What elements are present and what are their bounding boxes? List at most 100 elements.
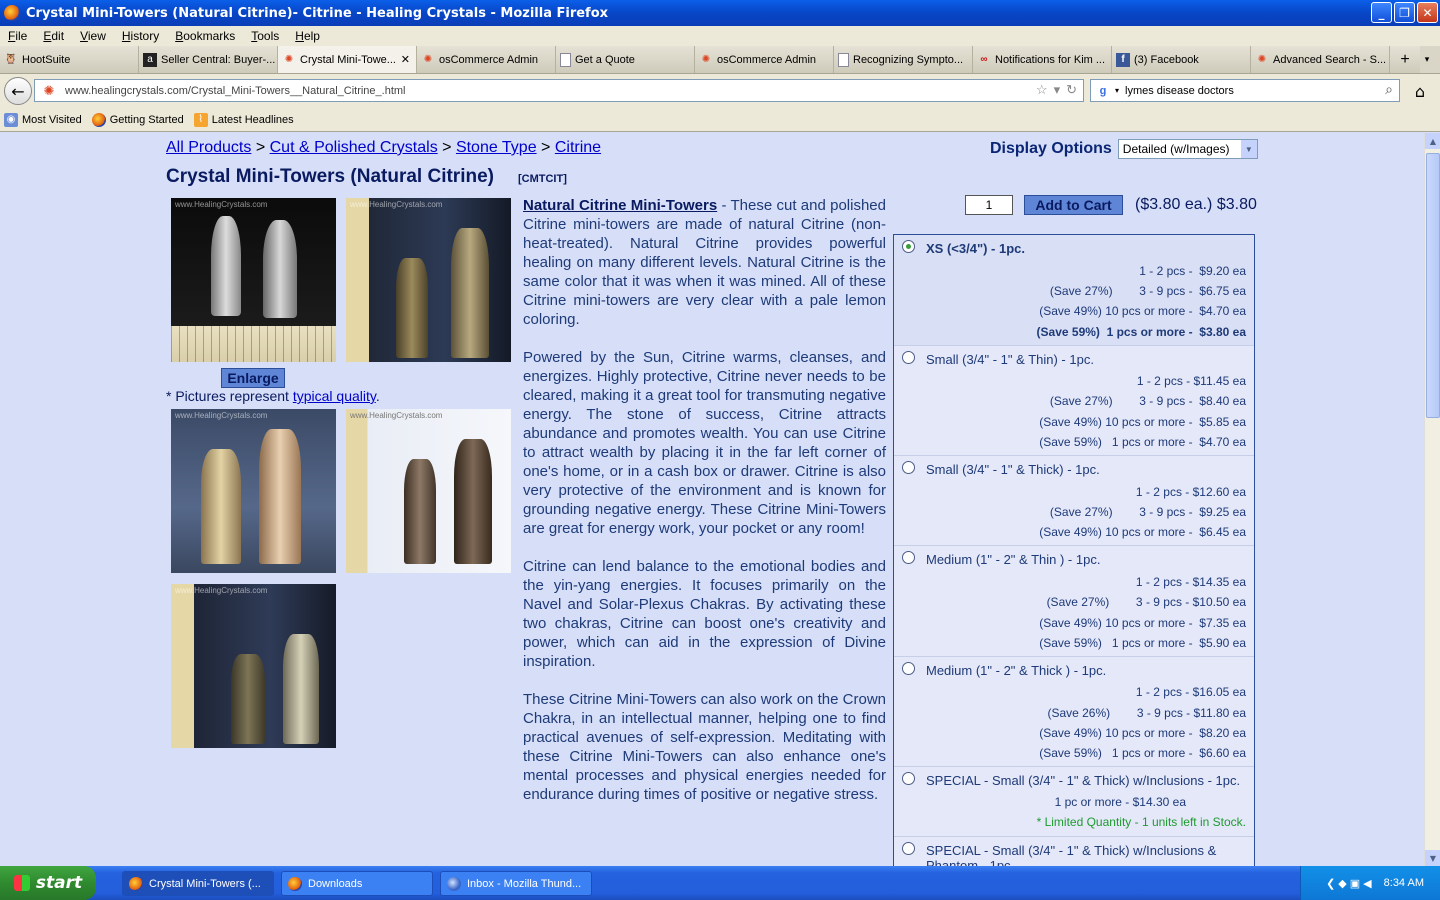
taskbar-item-downloads[interactable]: Downloads <box>281 871 433 896</box>
new-tab-button[interactable]: + <box>1390 46 1420 73</box>
tab-facebook[interactable]: f (3) Facebook <box>1112 46 1251 73</box>
photo-watermark: www.HealingCrystals.com <box>175 411 268 420</box>
back-button[interactable]: ← <box>4 77 32 105</box>
quantity-input[interactable]: 1 <box>965 195 1013 215</box>
bell-icon: ∞ <box>980 54 988 65</box>
close-window-button[interactable]: ✕ <box>1417 2 1438 23</box>
scrollbar-thumb[interactable] <box>1426 153 1440 418</box>
taskbar-item-thunderbird[interactable]: Inbox - Mozilla Thund... <box>440 871 592 896</box>
owl-icon: 🦉 <box>4 54 18 65</box>
option-small-thin[interactable]: Small (3/4" - 1" & Thin) - 1pc. 1 - 2 pc… <box>894 346 1254 456</box>
bookmark-latest-headlines[interactable]: ⌇ Latest Headlines <box>193 112 294 127</box>
acrobat-icon[interactable]: ◆ <box>1338 877 1346 890</box>
product-photo-4[interactable]: www.HealingCrystals.com <box>346 409 511 573</box>
close-tab-icon[interactable]: ✕ <box>401 53 410 66</box>
price-tier: (Save 59%) 1 pcs or more - $3.80 ea <box>1036 325 1246 339</box>
description-text: - These cut and polished Citrine mini-to… <box>523 197 886 328</box>
breadcrumb-citrine[interactable]: Citrine <box>555 139 601 156</box>
scroll-up-icon[interactable]: ▲ <box>1425 133 1440 149</box>
menu-tools[interactable]: Tools <box>243 29 287 43</box>
menu-bookmarks[interactable]: Bookmarks <box>167 29 243 43</box>
list-all-tabs-icon[interactable]: ▾ <box>1420 46 1434 73</box>
menu-view[interactable]: View <box>72 29 114 43</box>
menu-history[interactable]: History <box>114 29 167 43</box>
option-radio[interactable] <box>902 240 915 253</box>
search-input[interactable]: lymes disease doctors <box>1125 85 1234 97</box>
option-special-inclusions-phantom[interactable]: SPECIAL - Small (3/4" - 1" & Thick) w/In… <box>894 837 1254 866</box>
tab-hootsuite[interactable]: 🦉 HootSuite <box>0 46 139 73</box>
product-photo-5[interactable]: www.HealingCrystals.com <box>171 584 336 748</box>
product-photo-2[interactable]: www.HealingCrystals.com <box>346 198 511 362</box>
chevron-down-icon: ▼ <box>1240 140 1257 158</box>
url-dropdown-icon[interactable]: ▾ <box>1054 82 1061 98</box>
search-icon[interactable]: ⌕ <box>1385 81 1393 98</box>
search-engine-dropdown-icon[interactable]: ▾ <box>1115 86 1119 95</box>
url-text: www.healingcrystals.com/Crystal_Mini-Tow… <box>65 84 406 97</box>
tab-recognizing-symptoms[interactable]: Recognizing Sympto... <box>834 46 973 73</box>
menu-help[interactable]: Help <box>287 29 328 43</box>
tab-oscommerce-admin[interactable]: ✺ osCommerce Admin <box>417 46 556 73</box>
vertical-scrollbar[interactable]: ▲ ▼ <box>1424 133 1440 866</box>
tab-label: osCommerce Admin <box>439 53 539 66</box>
start-button[interactable]: start <box>0 866 96 900</box>
tab-notifications[interactable]: ∞ Notifications for Kim ... <box>973 46 1112 73</box>
minimize-button[interactable]: _ <box>1371 2 1392 23</box>
option-radio[interactable] <box>902 772 915 785</box>
option-label: Medium (1" - 2" & Thin ) - 1pc. <box>926 552 1101 567</box>
bookmark-most-visited[interactable]: ◉ Most Visited <box>4 112 82 127</box>
price-tier: 1 - 2 pcs - $9.20 ea <box>1139 264 1246 278</box>
option-radio[interactable] <box>902 662 915 675</box>
photo-watermark: www.HealingCrystals.com <box>350 200 443 209</box>
menu-file[interactable]: File <box>0 29 35 43</box>
photo-quality-note: * Pictures represent typical quality. <box>166 388 380 404</box>
option-special-inclusions[interactable]: SPECIAL - Small (3/4" - 1" & Thick) w/In… <box>894 767 1254 837</box>
firefox-icon <box>91 112 106 127</box>
breadcrumb-cut-polished[interactable]: Cut & Polished Crystals <box>270 139 438 156</box>
tab-seller-central[interactable]: a Seller Central: Buyer-... <box>139 46 278 73</box>
description-paragraph: Natural Citrine Mini-Towers - These cut … <box>523 196 886 329</box>
option-medium-thin[interactable]: Medium (1" - 2" & Thin ) - 1pc. 1 - 2 pc… <box>894 546 1254 657</box>
breadcrumb-all-products[interactable]: All Products <box>166 139 251 156</box>
home-icon[interactable]: ⌂ <box>1408 80 1432 102</box>
tab-crystal-mini-towers[interactable]: ✺ Crystal Mini-Towe... ✕ <box>278 46 417 73</box>
navigation-toolbar: ← ✺ www.healingcrystals.com/Crystal_Mini… <box>0 74 1440 108</box>
price-display: ($3.80 ea.) $3.80 <box>1135 196 1257 213</box>
volume-icon[interactable]: ◀ <box>1363 877 1371 890</box>
enlarge-button[interactable]: Enlarge <box>221 368 285 388</box>
tab-advanced-search[interactable]: ✺ Advanced Search - S... <box>1251 46 1390 73</box>
search-bar[interactable]: g ▾ lymes disease doctors ⌕ <box>1090 79 1400 102</box>
option-radio[interactable] <box>902 842 915 855</box>
tab-label: Recognizing Sympto... <box>853 53 964 66</box>
add-to-cart-button[interactable]: Add to Cart <box>1024 195 1123 215</box>
option-radio[interactable] <box>902 351 915 364</box>
tab-get-a-quote[interactable]: Get a Quote <box>556 46 695 73</box>
window-title: Crystal Mini-Towers (Natural Citrine)- C… <box>26 5 609 21</box>
option-radio[interactable] <box>902 461 915 474</box>
amazon-icon: a <box>143 52 157 67</box>
option-small-thick[interactable]: Small (3/4" - 1" & Thick) - 1pc. 1 - 2 p… <box>894 456 1254 546</box>
product-photo-3[interactable]: www.HealingCrystals.com <box>171 409 336 573</box>
price-tier: (Save 59%) 1 pcs or more - $4.70 ea <box>1039 435 1246 449</box>
scroll-down-icon[interactable]: ▼ <box>1425 850 1440 866</box>
url-bar[interactable]: ✺ www.healingcrystals.com/Crystal_Mini-T… <box>34 79 1084 102</box>
breadcrumb-stone-type[interactable]: Stone Type <box>456 139 537 156</box>
tray-expand-icon[interactable]: ❮ <box>1326 877 1335 890</box>
product-photo-1[interactable]: www.HealingCrystals.com <box>171 198 336 362</box>
option-medium-thick[interactable]: Medium (1" - 2" & Thick ) - 1pc. 1 - 2 p… <box>894 657 1254 767</box>
option-radio[interactable] <box>902 551 915 564</box>
maximize-button[interactable]: ❐ <box>1394 2 1415 23</box>
reload-icon[interactable]: ↻ <box>1066 82 1077 98</box>
typical-quality-link[interactable]: typical quality <box>293 388 376 404</box>
tab-oscommerce-admin-2[interactable]: ✺ osCommerce Admin <box>695 46 834 73</box>
taskbar-item-label: Inbox - Mozilla Thund... <box>467 877 582 890</box>
display-options-select[interactable]: Detailed (w/Images) ▼ <box>1117 139 1258 159</box>
taskbar-item-firefox[interactable]: Crystal Mini-Towers (... <box>122 871 274 896</box>
bookmark-getting-started[interactable]: Getting Started <box>91 112 184 127</box>
description-title-link[interactable]: Natural Citrine Mini-Towers <box>523 197 717 214</box>
google-icon[interactable]: g <box>1095 83 1111 99</box>
bookmark-star-icon[interactable]: ☆ <box>1036 82 1048 98</box>
price-tier: (Save 49%) 10 pcs or more - $6.45 ea <box>1039 525 1246 539</box>
menu-edit[interactable]: Edit <box>35 29 72 43</box>
network-icon[interactable]: ▣ <box>1350 877 1360 890</box>
option-xs[interactable]: XS (<3/4") - 1pc. 1 - 2 pcs - $9.20 ea (… <box>894 235 1254 346</box>
